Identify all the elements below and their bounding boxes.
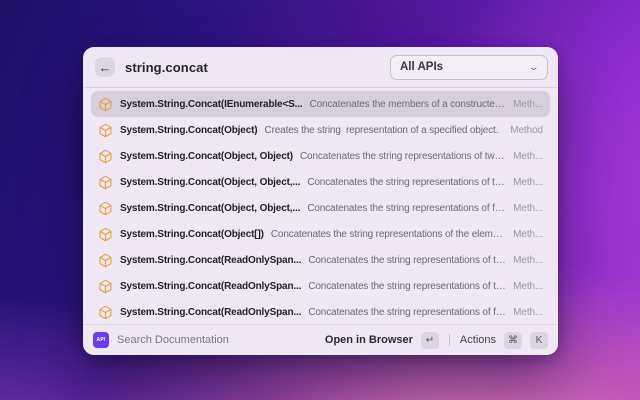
open-in-browser-action[interactable]: Open in Browser [325, 334, 413, 346]
actions-menu-button[interactable]: Actions [460, 334, 496, 346]
search-documentation-window: ← string.concat All APIs ⌄ System.String… [83, 47, 558, 355]
method-cube-icon [98, 149, 113, 164]
return-key-badge: ↵ [420, 331, 439, 349]
result-type-badge: Meth... [513, 202, 543, 214]
extension-name: Search Documentation [117, 334, 229, 346]
back-button[interactable]: ← [95, 57, 115, 77]
result-title: System.String.Concat(Object, Object,... [120, 202, 301, 214]
result-title: System.String.Concat(Object[]) [120, 228, 264, 240]
result-row[interactable]: System.String.Concat(Object, Object) Con… [91, 143, 550, 169]
result-type-badge: Meth... [513, 98, 543, 110]
result-title: System.String.Concat(ReadOnlySpan... [120, 306, 302, 318]
method-cube-icon [98, 97, 113, 112]
method-cube-icon [98, 175, 113, 190]
result-type-badge: Meth... [513, 228, 543, 240]
result-type-badge: Meth... [513, 254, 543, 266]
result-row[interactable]: System.String.Concat(Object[]) Concatena… [91, 221, 550, 247]
search-header: ← string.concat All APIs ⌄ [83, 47, 558, 87]
result-title: System.String.Concat(Object, Object) [120, 150, 293, 162]
result-description: Concatenates the string representations … [270, 228, 507, 240]
result-row[interactable]: System.String.Concat(ReadOnlySpan... Con… [91, 273, 550, 299]
api-filter-dropdown[interactable]: All APIs ⌄ [390, 54, 548, 80]
search-input[interactable]: string.concat [125, 60, 390, 75]
method-cube-icon [98, 123, 113, 138]
result-title: System.String.Concat(Object) [120, 124, 258, 136]
chevron-down-icon: ⌄ [528, 61, 540, 72]
cmd-key-badge: ⌘ [504, 331, 522, 349]
result-description: Concatenates the string representations … [308, 280, 506, 292]
result-type-badge: Meth... [513, 280, 543, 292]
method-cube-icon [98, 201, 113, 216]
result-type-badge: Method [510, 124, 543, 136]
result-row[interactable]: System.String.Concat(IEnumerable<S... Co… [91, 91, 550, 117]
result-type-badge: Meth... [513, 150, 543, 162]
result-row[interactable]: System.String.Concat(Object) Creates the… [91, 117, 550, 143]
result-type-badge: Meth... [513, 176, 543, 188]
results-list: System.String.Concat(IEnumerable<S... Co… [83, 88, 558, 324]
result-description: Concatenates the string representations … [308, 306, 507, 318]
result-row[interactable]: System.String.Concat(Object, Object,... … [91, 169, 550, 195]
footer: API Search Documentation Open in Browser… [83, 325, 558, 355]
result-description: Concatenates the string representations … [307, 176, 506, 188]
result-type-badge: Meth... [513, 306, 543, 318]
result-description: Concatenates the members of a constructe… [309, 98, 507, 110]
result-row[interactable]: System.String.Concat(Object, Object,... … [91, 195, 550, 221]
result-title: System.String.Concat(ReadOnlySpan... [120, 254, 302, 266]
method-cube-icon [98, 305, 113, 320]
footer-separator [448, 334, 450, 346]
api-extension-icon: API [93, 332, 109, 348]
result-row[interactable]: System.String.Concat(ReadOnlySpan... Con… [91, 299, 550, 324]
method-cube-icon [98, 253, 113, 268]
result-description: Concatenates the string representations … [299, 150, 506, 162]
method-cube-icon [98, 279, 113, 294]
result-description: Creates the string representation of a s… [264, 124, 499, 136]
api-filter-label: All APIs [400, 61, 444, 73]
result-row[interactable]: System.String.Concat(ReadOnlySpan... Con… [91, 247, 550, 273]
result-description: Concatenates the string representations … [307, 202, 506, 214]
method-cube-icon [98, 227, 113, 242]
k-key-badge: K [530, 331, 548, 349]
result-description: Concatenates the string representations … [308, 254, 506, 266]
result-title: System.String.Concat(Object, Object,... [120, 176, 301, 188]
result-title: System.String.Concat(IEnumerable<S... [120, 98, 303, 110]
result-title: System.String.Concat(ReadOnlySpan... [120, 280, 302, 292]
back-arrow-icon: ← [98, 59, 112, 75]
